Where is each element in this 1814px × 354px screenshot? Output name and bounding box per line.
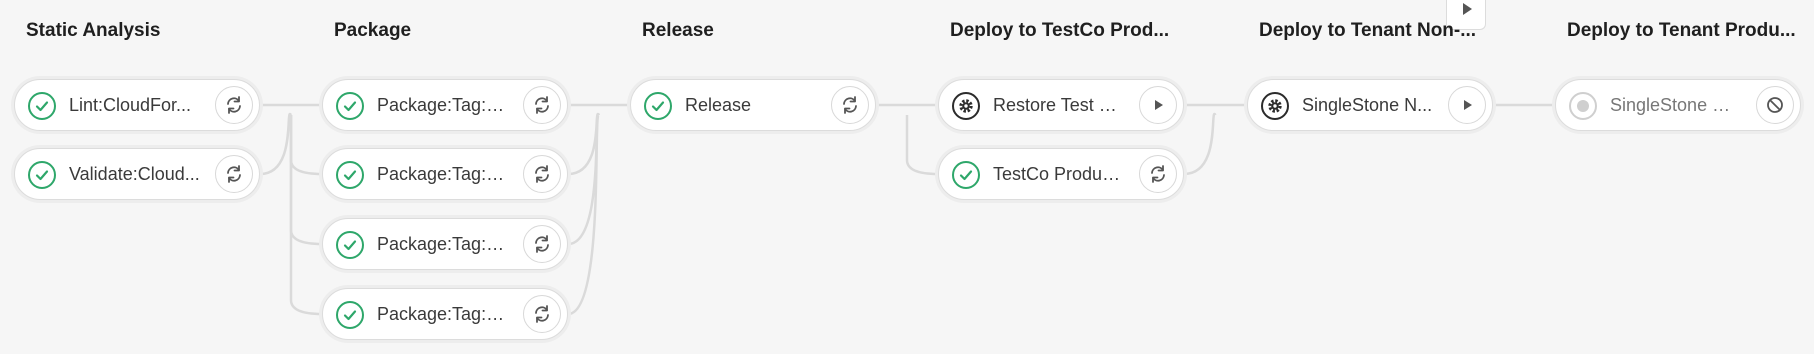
- retry-icon: [227, 96, 241, 114]
- check-circle-icon: [336, 161, 364, 189]
- play-button[interactable]: [1448, 86, 1486, 124]
- play-small-icon: [1463, 3, 1472, 15]
- retry-icon: [535, 96, 549, 114]
- job-label: Package:Tag:G...: [377, 234, 509, 254]
- job-release[interactable]: Release: [630, 79, 876, 131]
- connector-line: [289, 115, 323, 316]
- play-icon: [1155, 100, 1163, 110]
- connector-line: [905, 115, 939, 176]
- retry-button[interactable]: [523, 225, 561, 263]
- job-label: Package:Tag:E...: [377, 164, 509, 184]
- retry-button[interactable]: [215, 86, 253, 124]
- job-lint-cloudformation[interactable]: Lint:CloudFor...: [14, 79, 260, 131]
- stage-title-release: Release: [642, 20, 714, 41]
- retry-icon: [843, 96, 857, 114]
- job-testco-production[interactable]: TestCo Produc...: [938, 148, 1184, 200]
- retry-button[interactable]: [215, 155, 253, 193]
- job-label: Package:Tag:E...: [377, 95, 509, 115]
- stage-title-deploy-testco-prod: Deploy to TestCo Prod...: [950, 20, 1170, 41]
- job-label: Lint:CloudFor...: [69, 95, 192, 115]
- cancel-button[interactable]: [1756, 86, 1794, 124]
- stage-title-static-analysis: Static Analysis: [26, 20, 161, 41]
- job-label: Release: [685, 95, 752, 115]
- retry-button[interactable]: [831, 86, 869, 124]
- job-package-tag-2[interactable]: Package:Tag:E...: [322, 148, 568, 200]
- stage-connectors: [259, 103, 1555, 316]
- stage-title-deploy-tenant-prod: Deploy to Tenant Produ...: [1567, 20, 1796, 41]
- retry-icon: [1151, 165, 1165, 183]
- job-package-tag-3[interactable]: Package:Tag:G...: [322, 218, 568, 270]
- job-label: SingleStone N...: [1302, 95, 1433, 115]
- retry-icon: [535, 305, 549, 323]
- job-package-tag-1[interactable]: Package:Tag:E...: [322, 79, 568, 131]
- check-circle-icon: [644, 92, 672, 120]
- cancel-icon: [1767, 97, 1783, 113]
- retry-button[interactable]: [523, 86, 561, 124]
- gear-icon: [1261, 92, 1289, 120]
- retry-button[interactable]: [1139, 155, 1177, 193]
- retry-icon: [227, 165, 241, 183]
- retry-button[interactable]: [523, 155, 561, 193]
- check-circle-icon: [336, 92, 364, 120]
- connector-line: [259, 112, 293, 176]
- check-circle-icon: [28, 161, 56, 189]
- connector-line: [1183, 112, 1217, 176]
- job-label: Package:Tag:G...: [377, 304, 509, 324]
- dot-circle-icon: [1569, 92, 1597, 120]
- job-package-tag-4[interactable]: Package:Tag:G...: [322, 288, 568, 340]
- check-circle-icon: [28, 92, 56, 120]
- job-label: SingleStone Pr...: [1610, 95, 1742, 115]
- job-singlestone-prod[interactable]: SingleStone Pr...: [1555, 79, 1801, 131]
- retry-button[interactable]: [523, 295, 561, 333]
- retry-icon: [535, 165, 549, 183]
- check-circle-icon: [952, 161, 980, 189]
- job-singlestone-nonprod[interactable]: SingleStone N...: [1247, 79, 1493, 131]
- stage-title-deploy-tenant-nonprod: Deploy to Tenant Non-...: [1259, 20, 1477, 41]
- play-button[interactable]: [1139, 86, 1177, 124]
- job-restore-test-db[interactable]: Restore Test D...: [938, 79, 1184, 131]
- connector-line: [289, 115, 323, 246]
- check-circle-icon: [336, 231, 364, 259]
- connector-line: [567, 112, 601, 176]
- check-circle-icon: [336, 301, 364, 329]
- retry-icon: [535, 235, 549, 253]
- gear-icon: [952, 92, 980, 120]
- job-validate-cloudformation[interactable]: Validate:Cloud...: [14, 148, 260, 200]
- job-label: Restore Test D...: [993, 95, 1125, 115]
- job-label: TestCo Produc...: [993, 164, 1125, 184]
- job-label: Validate:Cloud...: [69, 164, 200, 184]
- play-icon: [1464, 100, 1472, 110]
- stage-title-package: Package: [334, 20, 412, 41]
- connector-line: [289, 115, 323, 176]
